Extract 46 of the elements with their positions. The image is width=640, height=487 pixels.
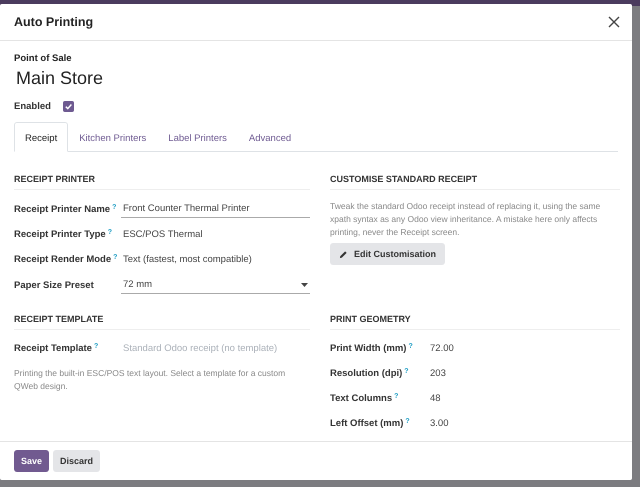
help-icon[interactable]: ? <box>408 343 413 350</box>
help-icon[interactable]: ? <box>113 254 118 261</box>
discard-button[interactable]: Discard <box>53 450 100 472</box>
field-label: Paper Size Preset <box>14 280 94 290</box>
input-field[interactable]: Front Counter Thermal Printer <box>121 200 310 218</box>
help-icon[interactable]: ? <box>112 204 116 210</box>
help-icon[interactable]: ? <box>108 229 112 236</box>
help-text: Tweak the standard Odoo receipt instead of replacing it, using the same xpath syntax as any Odoo view inheritance. A mistake here only affects printing, never the Receipt screen. <box>330 200 602 239</box>
field-label: Resolution (dpi) <box>330 368 402 379</box>
field-label: Point of Sale <box>14 53 73 64</box>
help-icon[interactable]: ? <box>404 368 409 375</box>
help-icon[interactable]: ? <box>94 343 98 350</box>
field-value: 72.00 <box>429 342 455 356</box>
field-label: Text Columns <box>330 393 392 404</box>
field-label: Enabled <box>14 101 51 112</box>
section-heading: PRINT GEOMETRY <box>330 314 620 330</box>
checkbox[interactable] <box>62 101 74 112</box>
field-value: Text (fastest, most compatible) <box>122 253 253 267</box>
pencil-icon <box>339 250 348 258</box>
help-icon[interactable]: ? <box>394 393 398 400</box>
record-name: Main Store <box>16 68 104 89</box>
help-text: Printing the built-in ESC/POS text layout. Select a template for a custom QWeb design. <box>14 367 286 393</box>
section-heading: CUSTOMISE STANDARD RECEIPT <box>330 174 620 190</box>
field-value: ESC/POS Thermal <box>122 228 204 242</box>
field-label: Receipt Render Mode <box>14 254 112 265</box>
close-icon[interactable] <box>608 16 620 28</box>
caret-icon <box>301 282 308 286</box>
field-value: 48 <box>429 392 442 406</box>
field-value: 3.00 <box>429 417 450 431</box>
field-label: Print Width (mm) <box>330 343 406 354</box>
tab[interactable]: Advanced <box>238 122 302 152</box>
field-label: Receipt Printer Name <box>14 204 110 214</box>
field-label: Receipt Template <box>14 343 92 354</box>
field-value: 203 <box>429 367 447 381</box>
tab[interactable]: Label Printers <box>157 122 238 152</box>
save-button[interactable]: Save <box>14 450 50 472</box>
tab[interactable]: Kitchen Printers <box>68 122 158 152</box>
edit-customisation-button[interactable]: Edit Customisation <box>330 243 446 265</box>
dialog-title: Auto Printing <box>14 15 94 29</box>
field-label: Receipt Printer Type <box>14 229 106 240</box>
select-field[interactable]: 72 mm <box>121 276 310 294</box>
help-icon[interactable]: ? <box>405 418 410 425</box>
section-heading: RECEIPT PRINTER <box>14 174 310 190</box>
section-heading: RECEIPT TEMPLATE <box>14 314 310 330</box>
tab[interactable]: Receipt <box>14 122 68 152</box>
field-label: Left Offset (mm) <box>330 418 404 429</box>
